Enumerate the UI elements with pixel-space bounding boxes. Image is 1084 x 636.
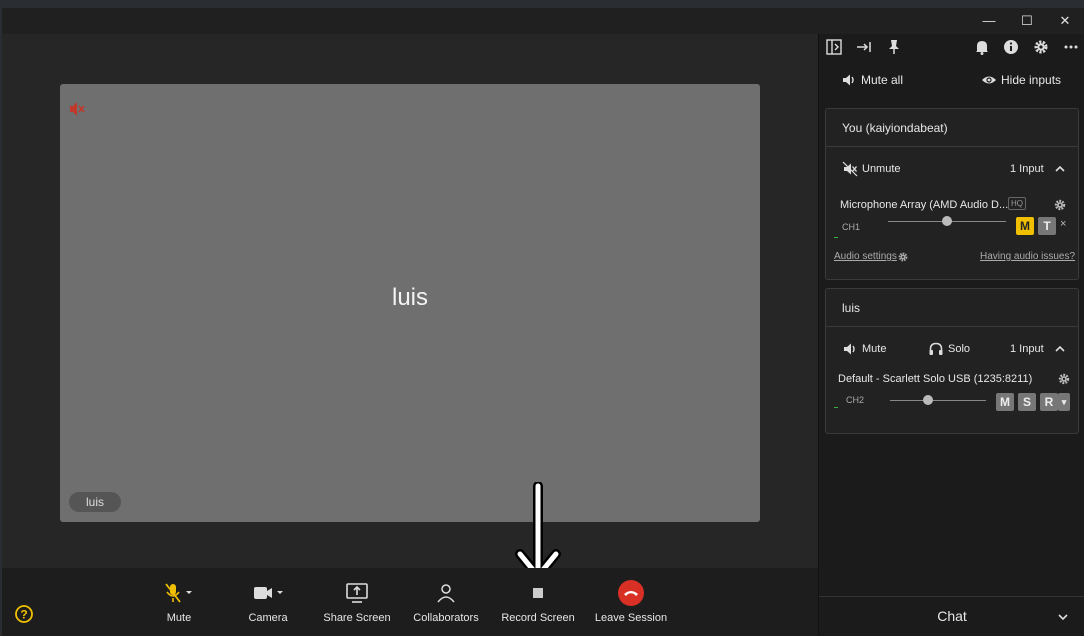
record-screen-label: Record Screen	[501, 612, 575, 624]
luis-device-name: Default - Scarlett Solo USB (1235:8211)	[838, 373, 1033, 385]
camera-icon	[254, 587, 283, 599]
info-icon[interactable]	[1002, 38, 1020, 56]
audio-settings-gear-icon	[898, 252, 908, 262]
camera-label: Camera	[248, 612, 288, 624]
hang-up-icon	[618, 580, 644, 606]
luis-panel: luis Mute Solo 1 Input Default - Scarlet…	[825, 288, 1079, 434]
record-screen-button[interactable]: Record Screen	[493, 580, 583, 630]
collaborators-label: Collaborators	[413, 612, 479, 624]
sidebar-toggle-icon[interactable]	[825, 38, 843, 56]
luis-record-toggle-button[interactable]: R	[1040, 393, 1058, 411]
mixer-sidebar: Mute all Hide inputs You (kaiyiondabeat)	[818, 34, 1084, 636]
channel-label: CH1	[842, 222, 861, 232]
sidebar-toolbar	[819, 34, 1084, 60]
camera-button[interactable]: Camera	[223, 580, 313, 630]
mute-label: Mute	[166, 612, 192, 624]
mute-toggle-button[interactable]: M	[1016, 217, 1034, 235]
you-panel-title: You (kaiyiondabeat)	[826, 109, 1078, 147]
more-icon[interactable]	[1062, 38, 1080, 56]
mute-all-label: Mute all	[861, 73, 904, 87]
remove-input-button[interactable]: ×	[1060, 218, 1066, 230]
luis-volume-slider[interactable]	[890, 394, 986, 406]
gear-icon[interactable]	[1032, 38, 1050, 56]
session-toolbar: ? Mute Camera Share Screen Collaborators…	[2, 568, 818, 636]
slider-knob[interactable]	[942, 216, 952, 226]
luis-mute-toggle-button[interactable]: M	[996, 393, 1014, 411]
audio-settings-label: Audio settings	[834, 251, 897, 262]
chevron-down-icon[interactable]	[1057, 611, 1069, 623]
leave-session-label: Leave Session	[594, 612, 668, 624]
bell-icon[interactable]	[973, 38, 991, 56]
luis-input-gear-icon[interactable]	[1057, 372, 1071, 386]
hq-badge[interactable]: HQ	[1008, 197, 1026, 210]
level-meter	[834, 237, 838, 238]
collaborators-button[interactable]: Collaborators	[401, 580, 491, 630]
share-screen-icon	[346, 583, 368, 603]
share-screen-label: Share Screen	[323, 612, 391, 624]
chevron-up-icon[interactable]	[1054, 163, 1066, 175]
unmute-label: Unmute	[862, 163, 901, 175]
luis-solo-toggle-button[interactable]: S	[1018, 393, 1036, 411]
title-bar: — ☐ ✕	[2, 8, 1084, 34]
input-gear-icon[interactable]	[1053, 198, 1067, 212]
input-device-name: Microphone Array (AMD Audio D...	[840, 199, 1009, 211]
stop-icon	[533, 588, 543, 598]
share-screen-button[interactable]: Share Screen	[312, 580, 402, 630]
input-count: 1 Input	[1010, 163, 1044, 175]
speaker-icon	[844, 343, 855, 355]
pin-icon[interactable]	[885, 38, 903, 56]
collapse-right-icon[interactable]	[855, 38, 873, 56]
headphones-icon	[929, 342, 943, 355]
luis-mute-label: Mute	[862, 343, 887, 355]
talkback-button[interactable]: T	[1038, 217, 1056, 235]
luis-input-count: 1 Input	[1010, 343, 1044, 355]
luis-chevron-up-icon[interactable]	[1054, 343, 1066, 355]
luis-slider-knob[interactable]	[923, 395, 934, 405]
you-panel: You (kaiyiondabeat) Unmute 1 Input Micro…	[825, 108, 1079, 280]
eye-icon	[982, 76, 996, 84]
participant-tile[interactable]: luis luis	[60, 84, 760, 522]
mixer-controls-row: Mute all Hide inputs	[819, 66, 1084, 92]
luis-channel-label: CH2	[846, 395, 865, 405]
mic-muted-icon	[165, 583, 192, 603]
person-icon	[437, 584, 455, 603]
speaker-icon	[843, 74, 854, 86]
participant-name-chip: luis	[69, 492, 121, 512]
help-icon[interactable]: ?	[14, 604, 34, 624]
chat-label: Chat	[937, 608, 967, 624]
video-stage: luis luis	[2, 34, 818, 581]
maximize-button[interactable]: ☐	[1012, 12, 1042, 30]
solo-label: Solo	[948, 343, 971, 355]
luis-record-dropdown[interactable]: ▾	[1058, 393, 1070, 411]
chat-bar[interactable]: Chat	[819, 596, 1084, 636]
speaker-muted-icon	[70, 102, 85, 116]
leave-session-button[interactable]: Leave Session	[586, 580, 676, 630]
luis-panel-title: luis	[826, 289, 1078, 327]
luis-level-meter	[834, 407, 838, 408]
svg-text:?: ?	[20, 608, 27, 622]
volume-slider[interactable]	[888, 215, 1006, 227]
mute-button[interactable]: Mute	[134, 580, 224, 630]
audio-issues-link[interactable]: Having audio issues?	[980, 251, 1075, 262]
speaker-muted-icon	[842, 161, 858, 177]
close-button[interactable]: ✕	[1050, 12, 1080, 30]
hide-inputs-label: Hide inputs	[1001, 73, 1062, 87]
app-window: — ☐ ✕ luis luis ? Mute Camera Share Scre…	[2, 8, 1084, 636]
participant-name: luis	[391, 284, 428, 311]
minimize-button[interactable]: —	[974, 12, 1004, 30]
